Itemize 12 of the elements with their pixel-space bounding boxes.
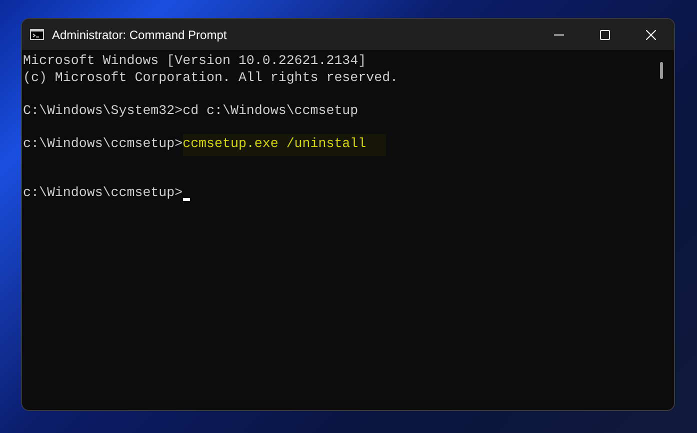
command-text: cd c:\Windows\ccmsetup xyxy=(182,102,358,119)
command-text: ccmsetup.exe /uninstall xyxy=(182,134,386,156)
window-title: Administrator: Command Prompt xyxy=(52,28,228,42)
close-icon xyxy=(646,30,656,40)
command-prompt: c:\Windows\ccmsetup> xyxy=(23,185,183,202)
maximize-icon xyxy=(600,30,610,40)
console-output: Microsoft Windows [Version 10.0.22621.2134] xyxy=(23,53,366,70)
terminal-icon xyxy=(30,29,44,40)
console-output: (c) Microsoft Corporation. All rights reserved. xyxy=(23,70,398,86)
scrollbar-thumb[interactable] xyxy=(660,62,663,79)
command-prompt: C:\Windows\System32> xyxy=(23,102,183,119)
command-prompt: c:\Windows\ccmsetup> xyxy=(23,136,183,152)
